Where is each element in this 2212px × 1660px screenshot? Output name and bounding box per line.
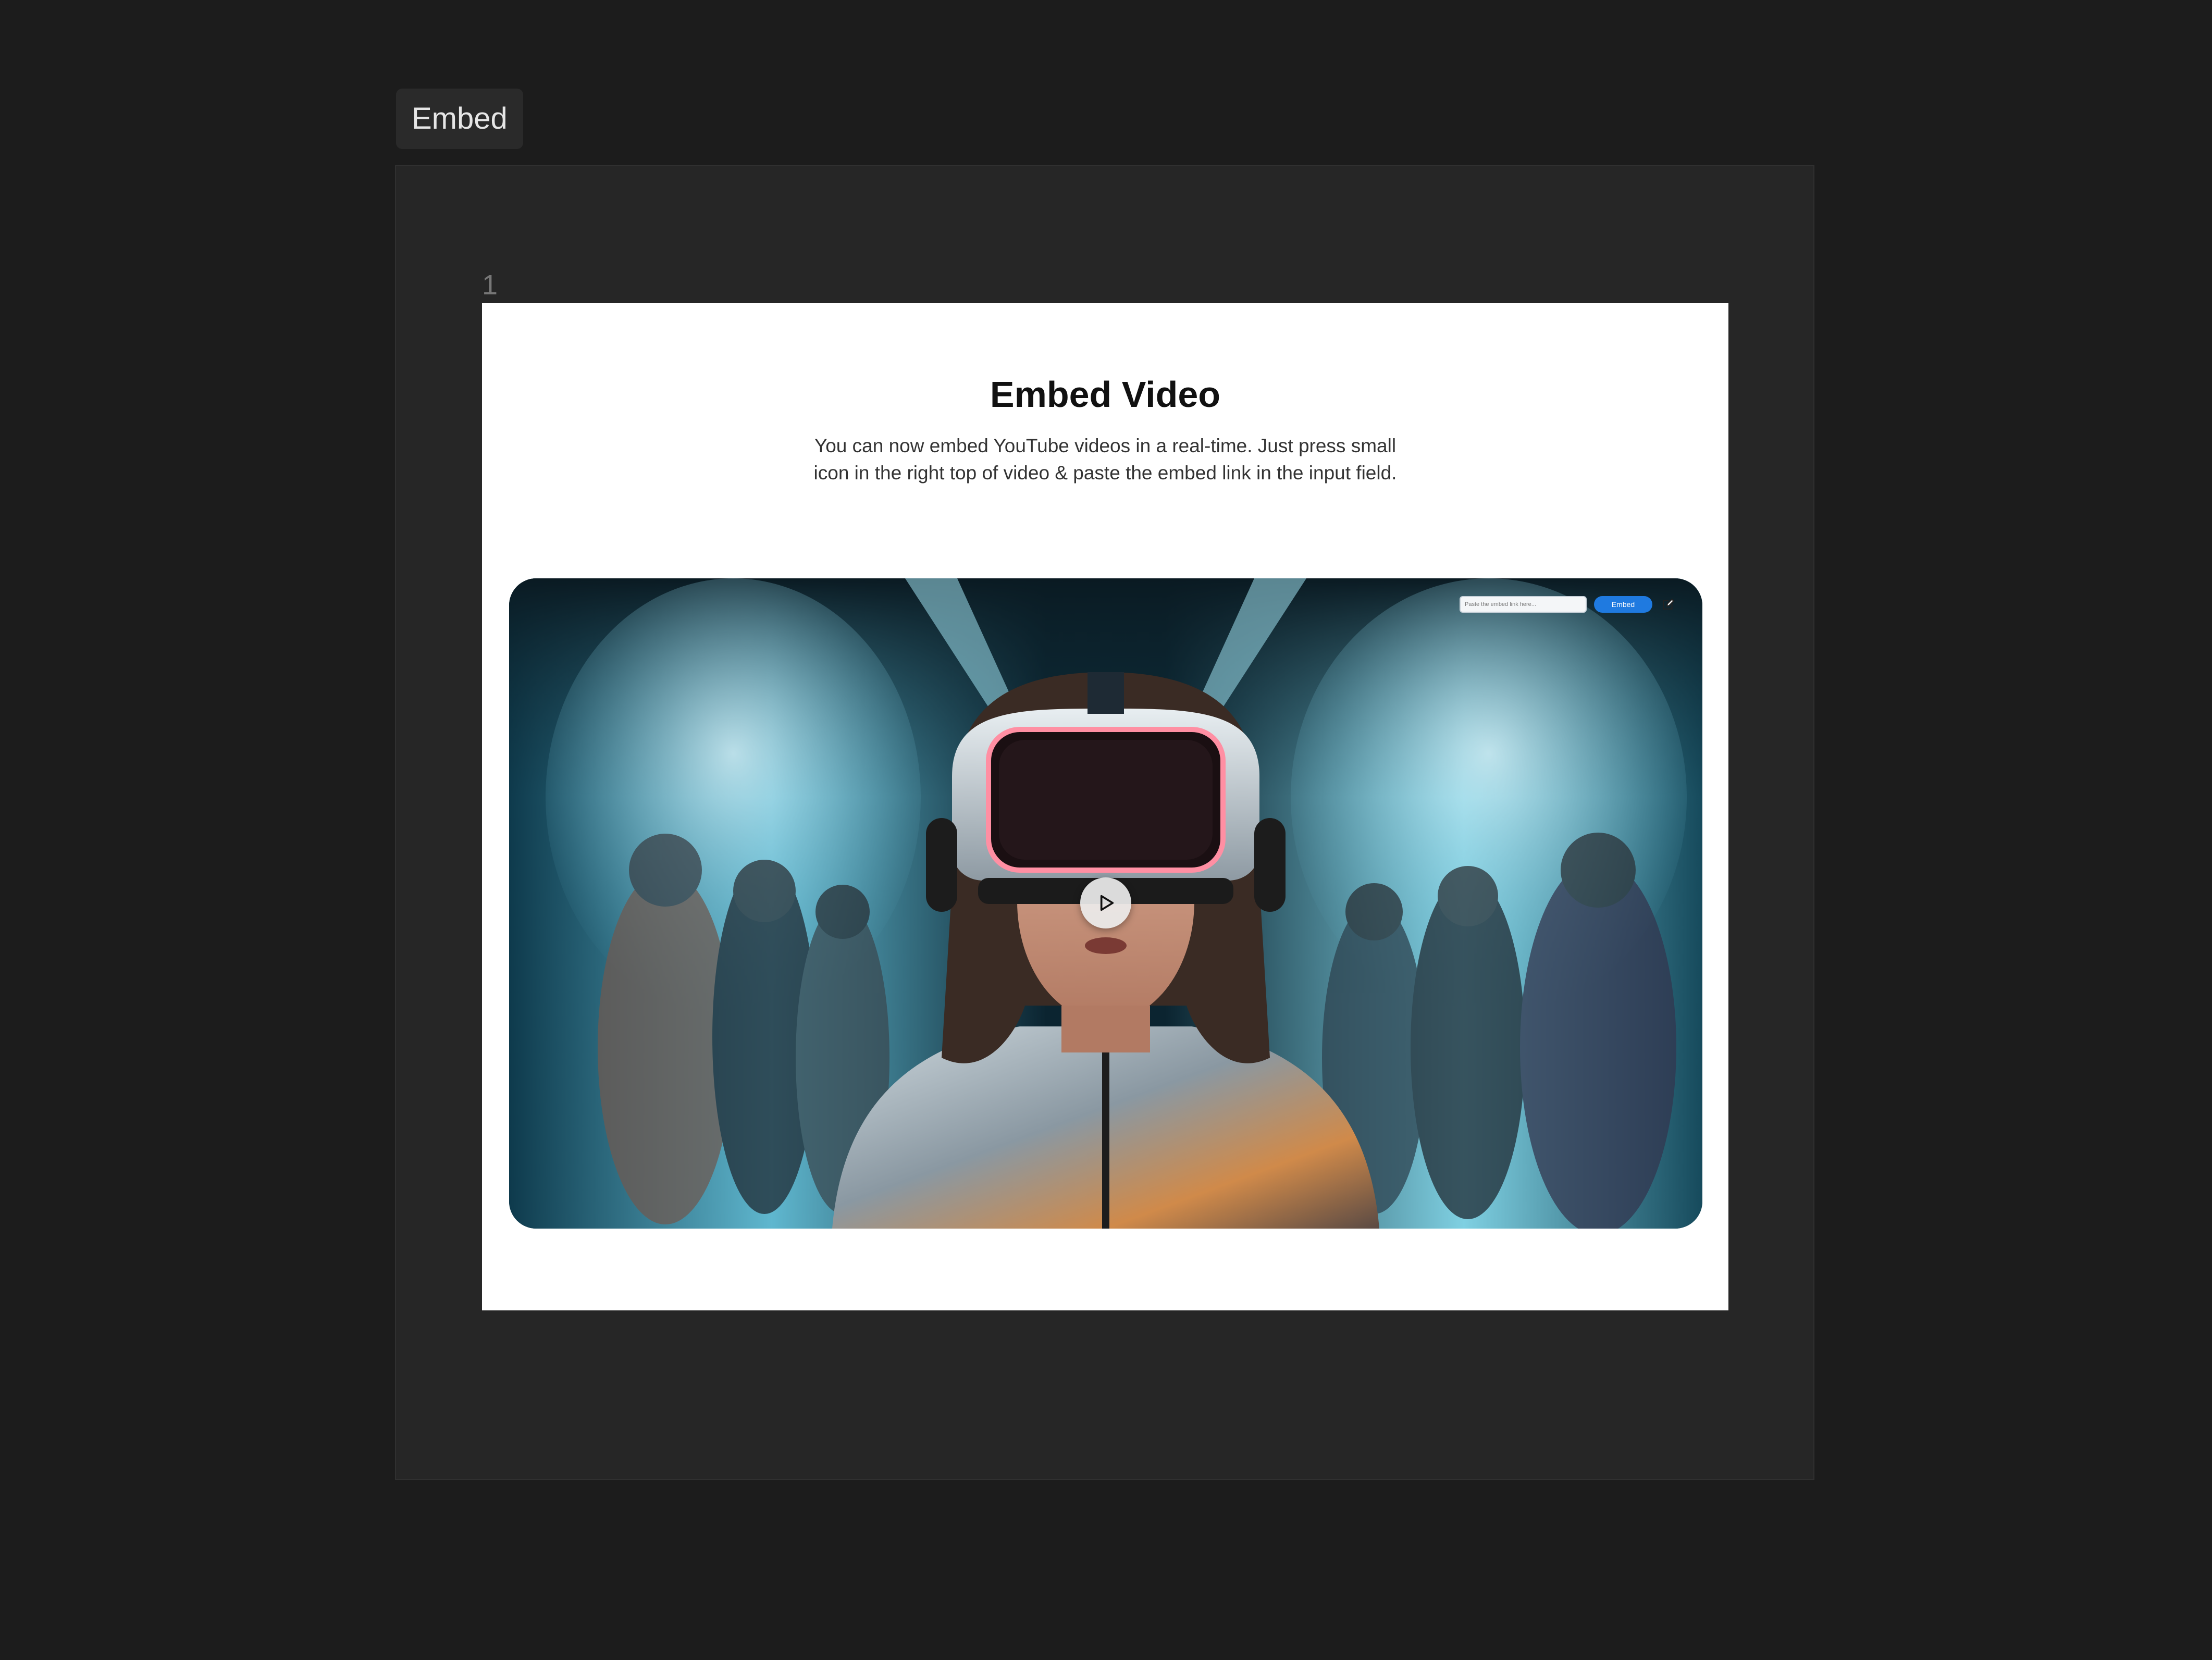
play-button[interactable] bbox=[1080, 877, 1131, 928]
page-title: Embed Video bbox=[990, 374, 1221, 415]
embed-tag[interactable]: Embed bbox=[396, 89, 523, 149]
artboard: Embed Video You can now embed YouTube vi… bbox=[482, 303, 1728, 1310]
embed-button[interactable]: Embed bbox=[1594, 596, 1652, 613]
embed-link-input[interactable] bbox=[1460, 596, 1587, 613]
edit-icon[interactable] bbox=[1660, 596, 1676, 613]
play-icon bbox=[1100, 895, 1114, 911]
page-number: 1 bbox=[482, 269, 498, 301]
page-description: You can now embed YouTube videos in a re… bbox=[813, 435, 1397, 484]
embed-tag-label: Embed bbox=[412, 102, 508, 135]
video-embed[interactable]: Embed bbox=[509, 578, 1702, 1229]
embed-toolbar: Embed bbox=[1460, 594, 1676, 615]
